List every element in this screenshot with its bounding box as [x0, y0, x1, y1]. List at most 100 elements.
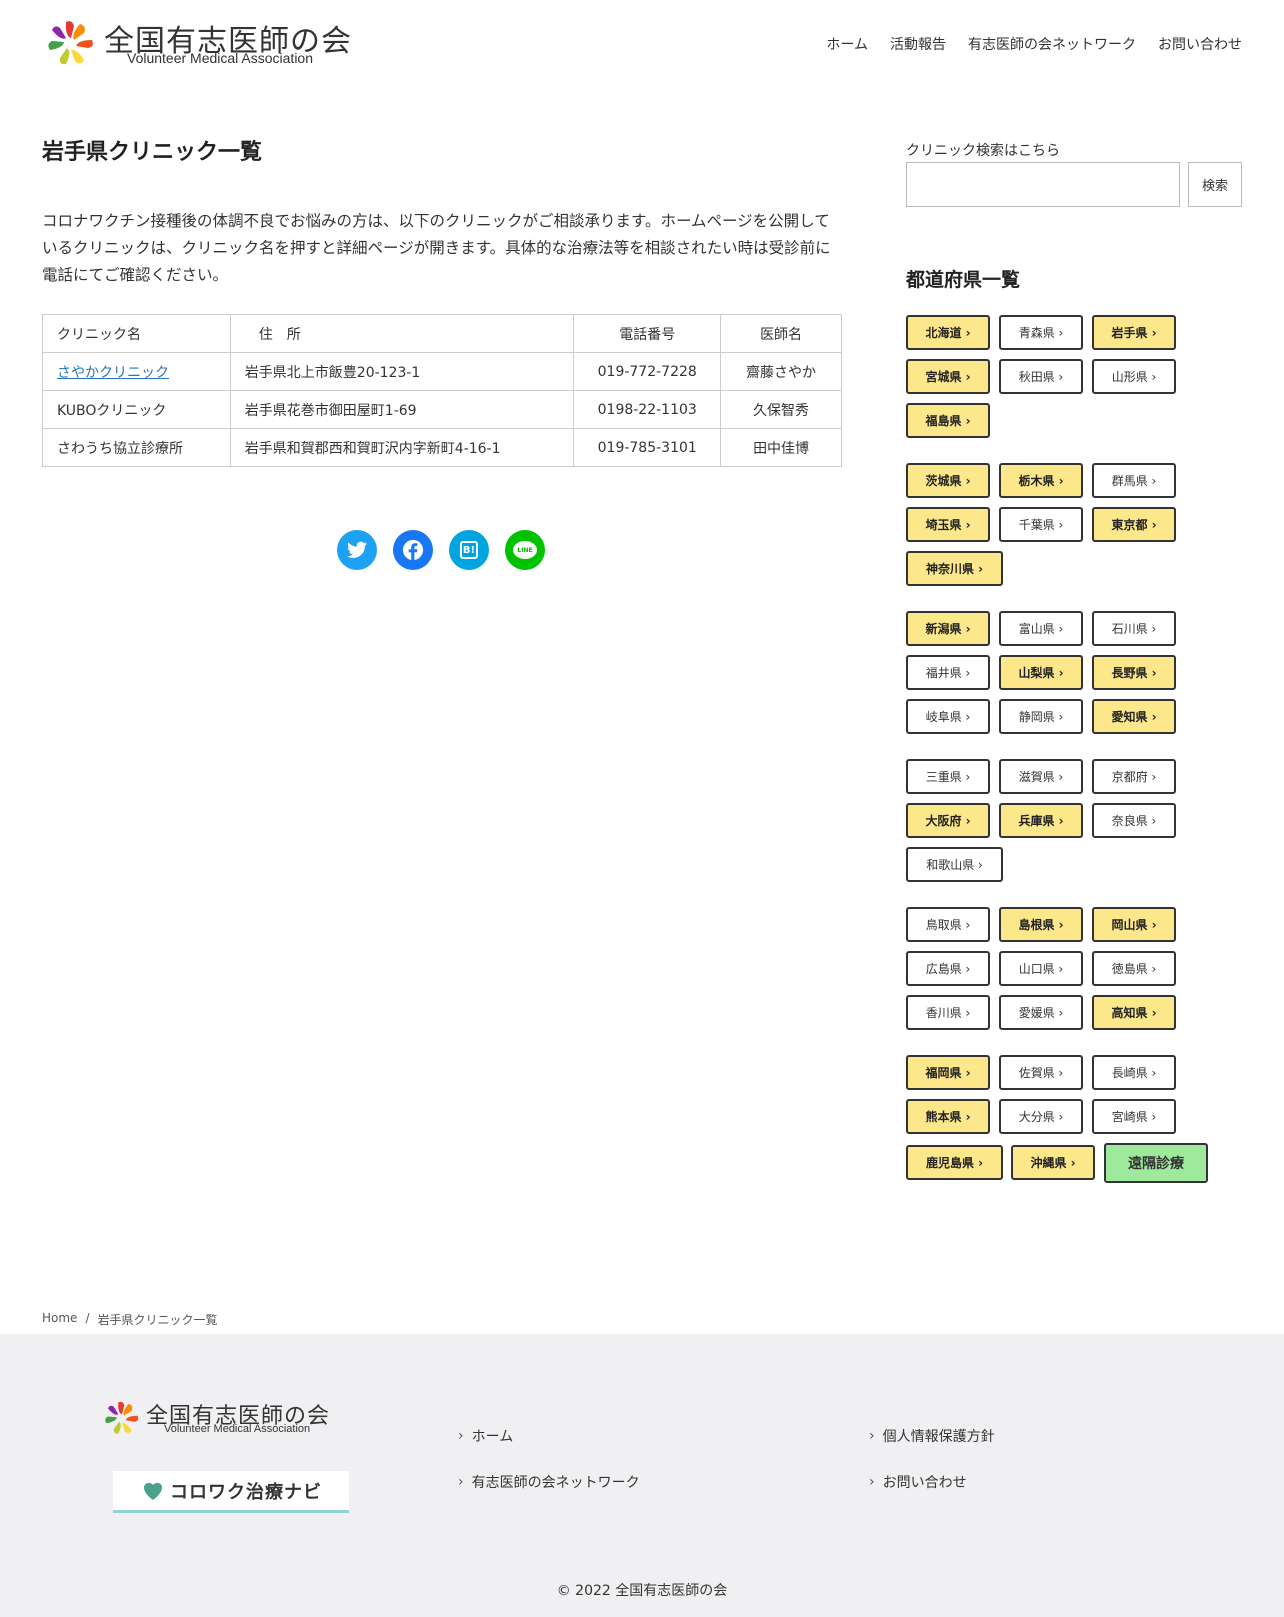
pref-button-kochi[interactable]: 高知県 ›: [1092, 995, 1176, 1030]
pref-button-tokushima[interactable]: 徳島県 ›: [1092, 951, 1176, 986]
pref-button-gifu[interactable]: 岐阜県 ›: [906, 699, 990, 734]
hatena-label: B!: [460, 541, 478, 559]
logo-mark-icon: [48, 21, 93, 65]
nav-contact[interactable]: お問い合わせ: [1158, 34, 1242, 54]
nav-home[interactable]: ホーム: [826, 34, 868, 54]
chevron-right-icon: ›: [458, 1474, 464, 1490]
clinic-link[interactable]: さやかクリニック: [57, 365, 169, 381]
pref-button-tottori[interactable]: 鳥取県 ›: [906, 907, 990, 942]
search-label: クリニック検索はこちら: [906, 143, 1060, 159]
site-logo[interactable]: 全国有志医師の会 Volunteer Medical Association: [44, 16, 356, 70]
twitter-icon[interactable]: [337, 530, 377, 570]
facebook-icon[interactable]: [393, 530, 433, 570]
breadcrumb-separator: /: [85, 1311, 90, 1325]
logo-text-en: Volunteer Medical Association: [164, 1423, 311, 1435]
pref-button-fukushima[interactable]: 福島県 ›: [906, 403, 990, 438]
pref-button-kyoto[interactable]: 京都府 ›: [1092, 759, 1176, 794]
table-row: KUBOクリニック 岩手県花巻市御田屋町1-69 0198-22-1103 久保…: [42, 390, 842, 429]
table-header-row: クリニック名 住 所 電話番号 医師名: [42, 314, 842, 353]
logo-text-en: Volunteer Medical Association: [127, 50, 313, 66]
pref-button-hiroshima[interactable]: 広島県 ›: [906, 951, 990, 986]
pref-button-ehime[interactable]: 愛媛県 ›: [999, 995, 1083, 1030]
pref-button-ishikawa[interactable]: 石川県 ›: [1092, 611, 1176, 646]
pref-button-miyagi[interactable]: 宮城県 ›: [906, 359, 990, 394]
clinic-doctor: 田中佳博: [720, 428, 842, 467]
line-label: LINE: [513, 541, 537, 559]
pref-button-nara[interactable]: 奈良県 ›: [1092, 803, 1176, 838]
footer-link-home[interactable]: › ホーム: [458, 1426, 513, 1446]
heart-stethoscope-icon: [143, 1482, 163, 1500]
clinic-phone: 019-785-3101: [573, 428, 722, 467]
pref-button-shizuoka[interactable]: 静岡県 ›: [999, 699, 1083, 734]
breadcrumb: Home / 岩手県クリニック一覧: [42, 1311, 218, 1328]
header-address: 住 所: [229, 314, 575, 353]
remote-care-button[interactable]: 遠隔診療: [1104, 1143, 1208, 1183]
pref-button-shimane[interactable]: 島根県 ›: [999, 907, 1083, 942]
pref-button-yamagata[interactable]: 山形県 ›: [1092, 359, 1176, 394]
pref-button-kagawa[interactable]: 香川県 ›: [906, 995, 990, 1030]
pref-button-miyazaki[interactable]: 宮崎県 ›: [1092, 1099, 1176, 1134]
pref-button-mie[interactable]: 三重県 ›: [906, 759, 990, 794]
table-row: さわうち協立診療所 岩手県和賀郡西和賀町沢内字新町4-16-1 019-785-…: [42, 428, 842, 467]
footer-link-network[interactable]: › 有志医師の会ネットワーク: [458, 1472, 640, 1492]
clinic-address: 岩手県和賀郡西和賀町沢内字新町4-16-1: [229, 428, 575, 467]
pref-button-toyama[interactable]: 富山県 ›: [999, 611, 1083, 646]
clinic-doctor: 久保智秀: [720, 390, 842, 429]
pref-button-saitama[interactable]: 埼玉県 ›: [906, 507, 990, 542]
footer-link-contact[interactable]: › お問い合わせ: [869, 1472, 967, 1492]
clinic-name: さわうち協立診療所: [42, 428, 231, 467]
footer-link-label: ホーム: [471, 1429, 514, 1445]
copyright: © 2022 全国有志医師の会: [556, 1583, 728, 1599]
clinic-name: KUBOクリニック: [42, 390, 231, 429]
pref-button-hyogo[interactable]: 兵庫県 ›: [999, 803, 1083, 838]
nav-network[interactable]: 有志医師の会ネットワーク: [968, 34, 1136, 54]
clinic-phone: 0198-22-1103: [573, 390, 722, 429]
footer-logo[interactable]: 全国有志医師の会 Volunteer Medical Association: [102, 1398, 342, 1438]
pref-button-nagasaki[interactable]: 長崎県 ›: [1092, 1055, 1176, 1090]
pref-button-ibaraki[interactable]: 茨城県 ›: [906, 463, 990, 498]
search-button[interactable]: 検索: [1188, 162, 1242, 207]
pref-button-gunma[interactable]: 群馬県 ›: [1092, 463, 1176, 498]
clinic-phone: 019-772-7228: [573, 352, 722, 391]
pref-button-wakayama[interactable]: 和歌山県 ›: [906, 847, 1003, 882]
pref-button-yamaguchi[interactable]: 山口県 ›: [999, 951, 1083, 986]
breadcrumb-home[interactable]: Home: [42, 1311, 77, 1328]
pref-button-kagoshima[interactable]: 鹿児島県 ›: [906, 1145, 1003, 1180]
pref-button-fukuoka[interactable]: 福岡県 ›: [906, 1055, 990, 1090]
share-buttons: B! LINE: [337, 530, 545, 570]
clinic-doctor: 齋藤さやか: [720, 352, 842, 391]
main-nav: ホーム 活動報告 有志医師の会ネットワーク お問い合わせ: [826, 34, 1242, 54]
pref-button-tochigi[interactable]: 栃木県 ›: [999, 463, 1083, 498]
pref-button-okayama[interactable]: 岡山県 ›: [1092, 907, 1176, 942]
pref-button-iwate[interactable]: 岩手県 ›: [1092, 315, 1176, 350]
pref-button-nagano[interactable]: 長野県 ›: [1092, 655, 1176, 690]
pref-button-fukui[interactable]: 福井県 ›: [906, 655, 990, 690]
pref-button-tokyo[interactable]: 東京都 ›: [1092, 507, 1176, 542]
pref-button-oita[interactable]: 大分県 ›: [999, 1099, 1083, 1134]
treatment-navi-banner[interactable]: コロワク治療ナビ: [113, 1471, 349, 1513]
header-phone: 電話番号: [573, 314, 722, 353]
footer-link-label: お問い合わせ: [882, 1475, 967, 1491]
pref-button-kanagawa[interactable]: 神奈川県 ›: [906, 551, 1003, 586]
pref-button-akita[interactable]: 秋田県 ›: [999, 359, 1083, 394]
pref-button-aichi[interactable]: 愛知県 ›: [1092, 699, 1176, 734]
search-input[interactable]: [906, 162, 1180, 207]
hatena-icon[interactable]: B!: [449, 530, 489, 570]
clinic-address: 岩手県北上市飯豊20-123-1: [229, 352, 575, 391]
table-row: さやかクリニック 岩手県北上市飯豊20-123-1 019-772-7228 齋…: [42, 352, 842, 391]
pref-button-aomori[interactable]: 青森県 ›: [999, 315, 1083, 350]
pref-button-osaka[interactable]: 大阪府 ›: [906, 803, 990, 838]
pref-button-saga[interactable]: 佐賀県 ›: [999, 1055, 1083, 1090]
pref-button-yamanashi[interactable]: 山梨県 ›: [999, 655, 1083, 690]
pref-button-hokkaido[interactable]: 北海道 ›: [906, 315, 990, 350]
site-header: 全国有志医師の会 Volunteer Medical Association ホ…: [0, 0, 1284, 90]
pref-button-okinawa[interactable]: 沖縄県 ›: [1011, 1145, 1095, 1180]
line-icon[interactable]: LINE: [505, 530, 545, 570]
nav-activity[interactable]: 活動報告: [890, 34, 946, 54]
chevron-right-icon: ›: [869, 1428, 875, 1444]
pref-button-shiga[interactable]: 滋賀県 ›: [999, 759, 1083, 794]
pref-button-niigata[interactable]: 新潟県 ›: [906, 611, 990, 646]
pref-button-kumamoto[interactable]: 熊本県 ›: [906, 1099, 990, 1134]
footer-link-privacy[interactable]: › 個人情報保護方針: [869, 1426, 995, 1446]
pref-button-chiba[interactable]: 千葉県 ›: [999, 507, 1083, 542]
